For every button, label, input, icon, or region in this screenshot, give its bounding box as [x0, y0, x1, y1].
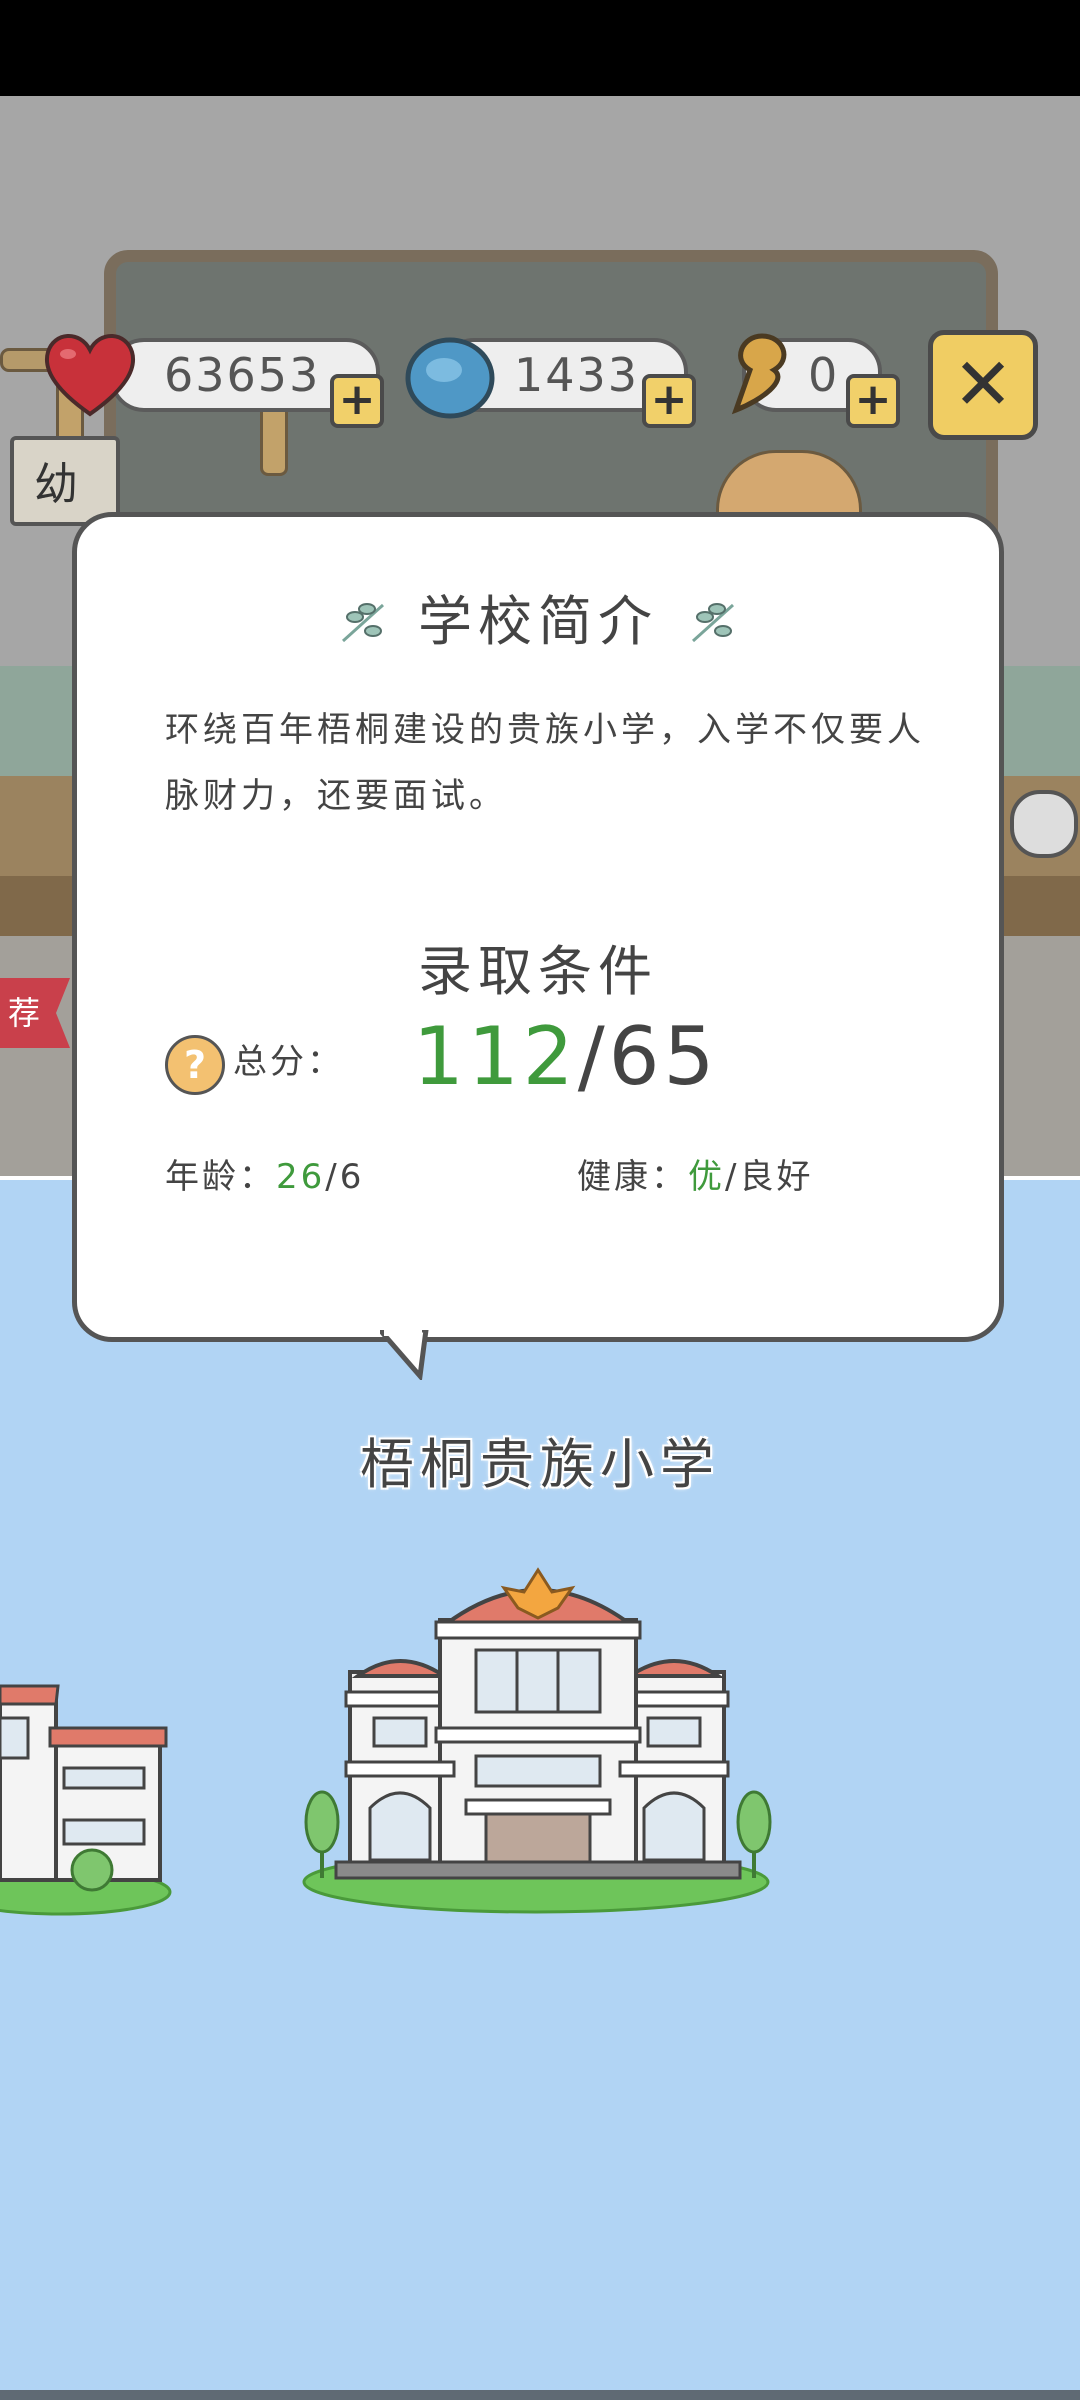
- age-separator: /: [325, 1157, 340, 1197]
- help-icon[interactable]: ?: [165, 1035, 225, 1095]
- add-coins-button[interactable]: +: [642, 374, 696, 428]
- health-requirement: 健康：优/良好: [577, 1147, 813, 1207]
- score-separator: /: [577, 1010, 609, 1103]
- score-label: 总分：: [233, 1042, 344, 1082]
- age-requirement: 年龄：26/6: [165, 1147, 364, 1207]
- school-intro-text: 环绕百年梧桐建设的贵族小学，入学不仅要人脉财力，还要面试。: [165, 710, 925, 816]
- score-required: 65: [608, 1010, 719, 1103]
- health-label: 健康：: [577, 1157, 688, 1197]
- popup-tail: [380, 1330, 429, 1380]
- coins-value: 1433: [514, 348, 640, 402]
- add-hearts-button[interactable]: +: [330, 374, 384, 428]
- bottom-edge: [0, 2390, 1080, 2400]
- popup-title: 学校简介: [418, 590, 658, 653]
- school-building[interactable]: [300, 1560, 780, 1920]
- requirements-title: 录取条件: [418, 940, 658, 1003]
- energy-value: 0: [808, 348, 840, 402]
- close-button[interactable]: ✕: [928, 330, 1038, 440]
- hearts-value: 63653: [164, 348, 321, 402]
- health-required: 良好: [739, 1157, 814, 1197]
- lightning-icon: [731, 333, 787, 415]
- score-current: 112: [413, 1010, 578, 1103]
- status-bar: [0, 0, 1080, 96]
- other-school-building[interactable]: [0, 1670, 175, 1920]
- health-current: 优: [688, 1157, 725, 1197]
- age-required: 6: [339, 1157, 365, 1197]
- school-info-popup: 学校简介 环绕百年梧桐建设的贵族小学，入学不仅要人脉财力，还要面试。 录取条件 …: [72, 512, 1004, 1342]
- add-energy-button[interactable]: +: [846, 374, 900, 428]
- coin-icon: [405, 337, 495, 419]
- heart-icon: [44, 334, 136, 417]
- age-current: 26: [276, 1157, 326, 1197]
- age-label: 年龄：: [165, 1157, 276, 1197]
- counter-corner: [1010, 790, 1078, 858]
- right-sprig-icon: [691, 603, 735, 643]
- school-name: 梧桐贵族小学: [360, 1433, 720, 1496]
- score-value: 112/65: [413, 1007, 718, 1107]
- health-separator: /: [725, 1157, 740, 1197]
